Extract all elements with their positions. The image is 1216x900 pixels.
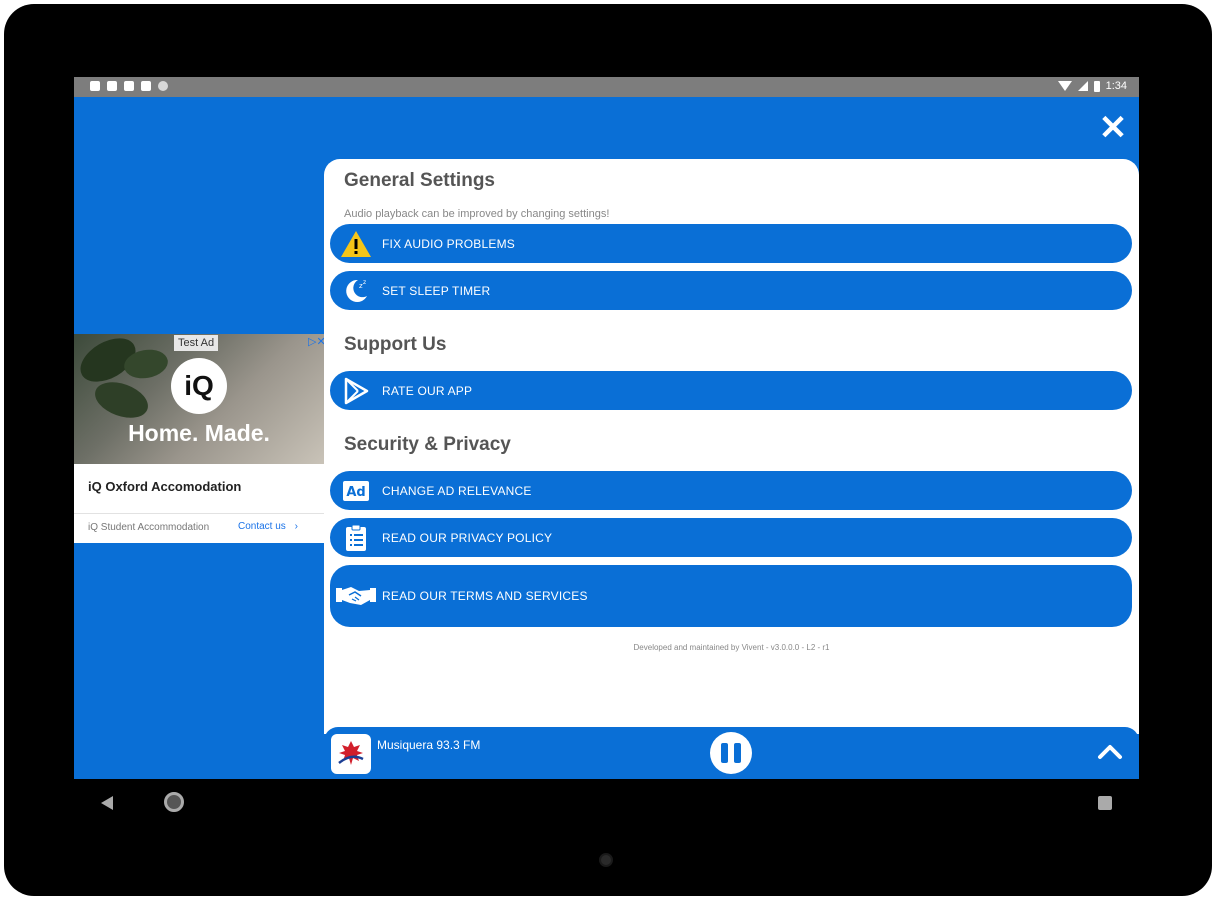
station-name: Musiquera 93.3 FM (377, 738, 481, 752)
close-button[interactable]: ✕ (1096, 111, 1130, 145)
rate-our-app-label: RATE OUR APP (382, 383, 473, 398)
system-indicators: 1:34 (1057, 80, 1127, 92)
test-ad-tag: Test Ad (174, 335, 219, 351)
pause-button[interactable] (710, 732, 752, 774)
sync-icon (158, 81, 168, 91)
front-camera (599, 853, 613, 867)
app-screen: 1:34 ✕ Test Ad ▷✕ iQ Home. Made. iQ Oxfo… (74, 77, 1139, 779)
rate-our-app-button[interactable]: RATE OUR APP (330, 371, 1132, 410)
settings-panel: General Settings Audio playback can be i… (324, 159, 1139, 734)
station-logo (331, 734, 371, 774)
notification-icon (107, 81, 117, 91)
section-subtitle-general: Audio playback can be improved by changi… (344, 208, 610, 220)
mini-player[interactable]: Musiquera 93.3 FM (324, 727, 1139, 779)
ad-divider (74, 513, 324, 514)
notification-icon (124, 81, 134, 91)
ad-advertiser: iQ Student Accommodation (88, 522, 210, 533)
back-icon[interactable] (101, 796, 113, 810)
section-title-support: Support Us (344, 334, 447, 355)
sd-card-icon (141, 81, 151, 91)
notification-icon (90, 81, 100, 91)
fix-audio-problems-button[interactable]: FIX AUDIO PROBLEMS (330, 224, 1132, 263)
svg-text:Ad: Ad (346, 485, 365, 500)
wifi-icon (1057, 81, 1072, 91)
read-privacy-policy-label: READ OUR PRIVACY POLICY (382, 530, 553, 545)
handshake-icon (330, 583, 382, 609)
read-privacy-policy-button[interactable]: READ OUR PRIVACY POLICY (330, 518, 1132, 557)
read-terms-and-services-button[interactable]: READ OUR TERMS AND SERVICES (330, 565, 1132, 627)
section-title-security: Security & Privacy (344, 434, 511, 455)
change-ad-relevance-label: CHANGE AD RELEVANCE (382, 483, 532, 498)
clock: 1:34 (1105, 80, 1127, 92)
pause-icon (734, 743, 741, 763)
moon-icon: zz (330, 277, 382, 305)
version-footer: Developed and maintained by Vivent - v3.… (633, 643, 830, 652)
clipboard-icon (330, 524, 382, 552)
status-bar: 1:34 (74, 77, 1139, 97)
ad-logo: iQ (171, 358, 227, 414)
ad-contact-button[interactable]: Contact us › (238, 521, 298, 532)
chevron-right-icon: › (294, 521, 298, 532)
ad-plant-leaf (90, 375, 153, 425)
signal-icon (1077, 81, 1088, 91)
recent-apps-icon[interactable] (1098, 796, 1112, 810)
svg-text:z: z (363, 279, 366, 286)
chevron-up-icon (1098, 745, 1122, 759)
section-title-general: General Settings (344, 170, 495, 191)
fix-audio-problems-label: FIX AUDIO PROBLEMS (382, 236, 515, 251)
ad-choices-icon[interactable]: ▷✕ (308, 336, 324, 348)
expand-player-button[interactable] (1097, 739, 1123, 765)
notification-icons (90, 81, 168, 91)
pause-icon (721, 743, 728, 763)
battery-icon (1093, 80, 1100, 92)
ad-icon: Ad (330, 480, 382, 502)
ad-image[interactable]: Test Ad ▷✕ iQ Home. Made. (74, 334, 324, 464)
set-sleep-timer-label: SET SLEEP TIMER (382, 283, 491, 298)
navigation-bar (74, 779, 1139, 827)
change-ad-relevance-button[interactable]: Ad CHANGE AD RELEVANCE (330, 471, 1132, 510)
ad-title[interactable]: iQ Oxford Accomodation (88, 479, 241, 494)
ad-contact-label: Contact us (238, 521, 286, 532)
read-terms-and-services-label: READ OUR TERMS AND SERVICES (382, 589, 588, 603)
warning-icon (330, 230, 382, 258)
play-store-icon (330, 377, 382, 405)
set-sleep-timer-button[interactable]: zz SET SLEEP TIMER (330, 271, 1132, 310)
ad-banner[interactable]: Test Ad ▷✕ iQ Home. Made. iQ Oxford Acco… (74, 334, 324, 543)
home-icon[interactable] (164, 792, 184, 812)
ad-headline: Home. Made. (128, 420, 270, 446)
